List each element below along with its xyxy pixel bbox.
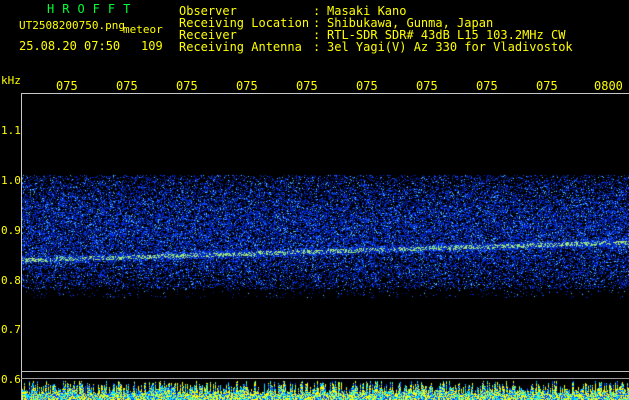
x-tick-1: 075	[56, 79, 78, 93]
baseline-line-lower	[21, 378, 629, 379]
baseline-line-upper	[21, 371, 629, 372]
spectrogram-plot	[21, 93, 629, 400]
count-label: 109	[141, 39, 163, 53]
x-tick-7: 075	[416, 79, 438, 93]
antenna-separator: :	[313, 40, 321, 54]
x-tick-2: 075	[116, 79, 138, 93]
brand-title: HROFFT	[47, 2, 139, 16]
x-tick-3: 075	[176, 79, 198, 93]
plot-border-top	[21, 93, 629, 94]
antenna-label: Receiving Antenna	[179, 40, 302, 54]
y-tick-0-8: 0.8	[1, 274, 21, 287]
y-tick-1-1: 1.1	[1, 124, 21, 137]
spectrogram-canvas	[21, 93, 629, 400]
y-tick-1-0: 1.0	[1, 174, 21, 187]
x-tick-8: 075	[476, 79, 498, 93]
y-tick-0-6: 0.6	[1, 373, 21, 386]
antenna-value: 3el Yagi(V) Az 330 for Vladivostok	[327, 40, 573, 54]
x-tick-4: 075	[236, 79, 258, 93]
x-tick-5: 075	[296, 79, 318, 93]
x-tick-10: 0800	[594, 79, 623, 93]
y-axis-unit: kHz	[1, 74, 21, 87]
y-tick-0-7: 0.7	[1, 323, 21, 336]
x-tick-6: 075	[356, 79, 378, 93]
mode-label: meteor	[123, 23, 163, 36]
y-tick-0-9: 0.9	[1, 224, 21, 237]
file-name: UT2508200750.png	[19, 19, 125, 32]
x-tick-9: 075	[536, 79, 558, 93]
datetime-label: 25.08.20 07:50	[19, 39, 121, 53]
plot-border-left	[21, 93, 22, 400]
hrofft-screenshot: HROFFT UT2508200750.png meteor 25.08.20 …	[0, 0, 629, 400]
